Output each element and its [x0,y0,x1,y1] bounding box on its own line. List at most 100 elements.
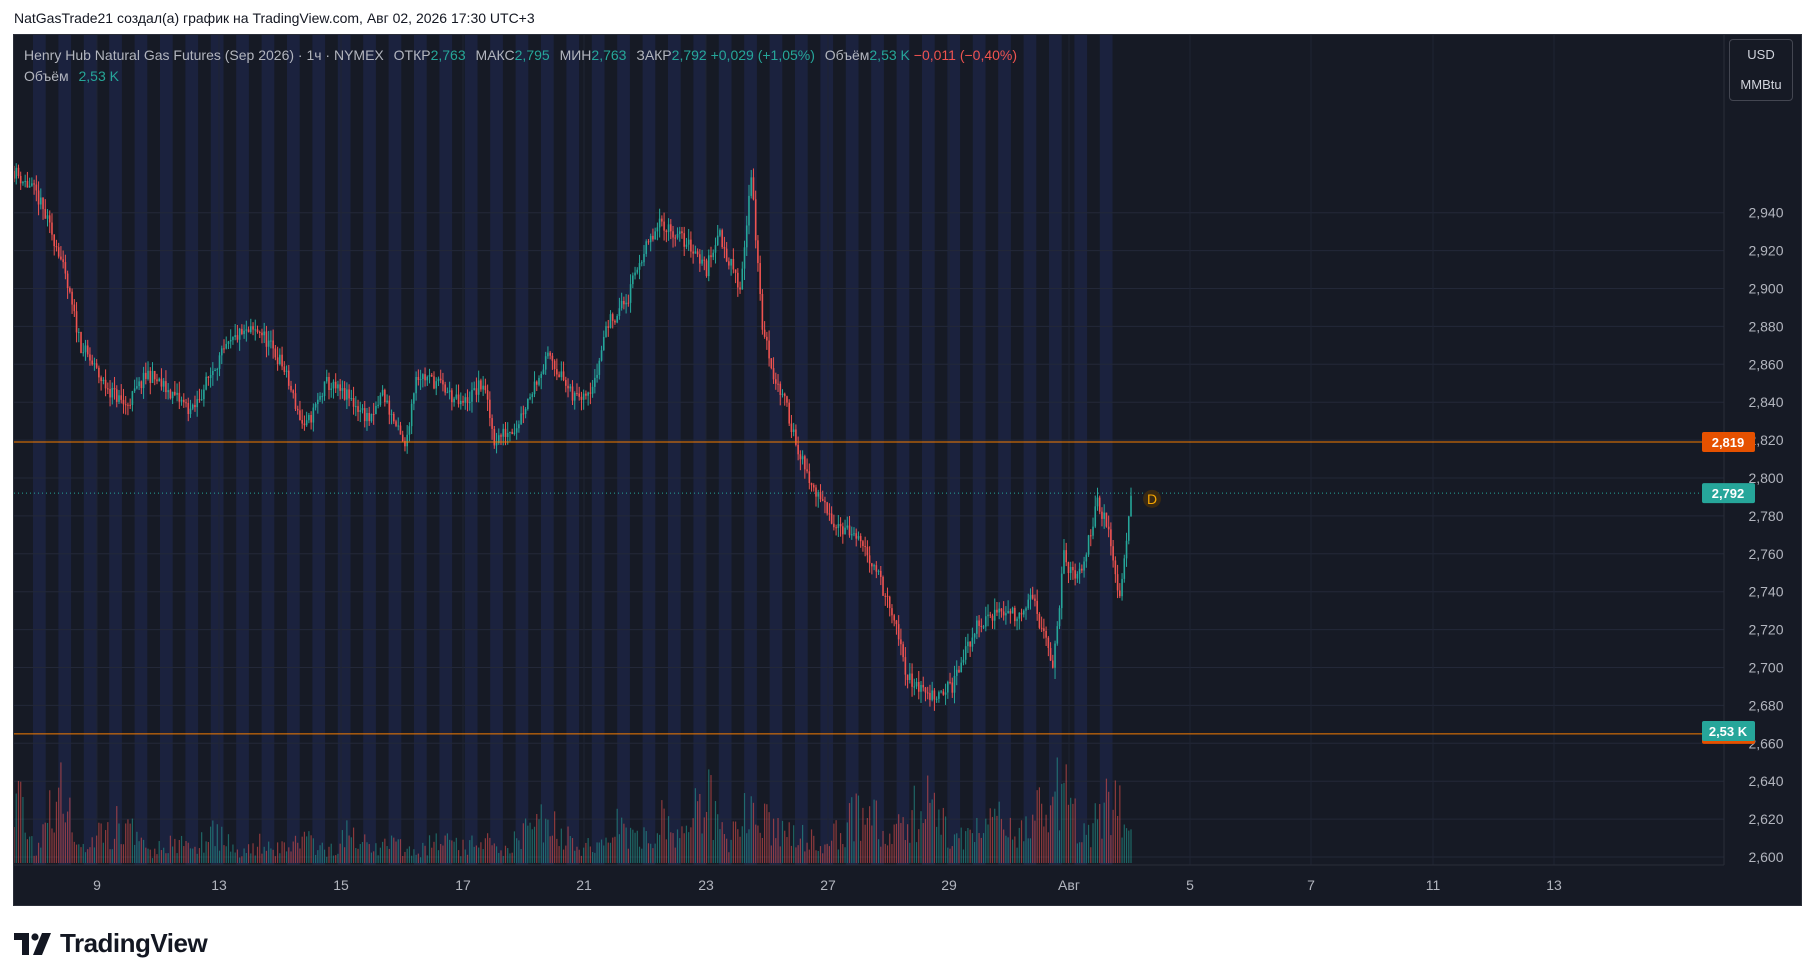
candle-body [453,398,455,403]
volume-bar [569,836,571,863]
volume-bar [498,852,500,863]
volume-bar [931,799,933,863]
volume-bar [629,827,632,863]
volume-bar [230,851,232,863]
volume-bar [958,838,960,863]
volume-bar [576,846,578,863]
y-tick-label: 2,760 [1748,546,1783,562]
candle-body [866,546,869,556]
volume-bar [641,848,643,863]
volume-bar [55,801,58,863]
candle-body [1092,526,1094,536]
legend-symbol[interactable]: Henry Hub Natural Gas Futures (Sep 2026)… [24,47,384,63]
candle-body [815,487,817,497]
volume-bar [750,796,752,863]
y-tick-label: 2,860 [1748,356,1783,372]
candle-body [1036,600,1038,614]
volume-bar [393,837,395,863]
volume-bar [373,851,375,863]
volume-bar [33,855,35,863]
candle-body [958,669,960,673]
volume-bar [781,820,784,863]
volume-bar [348,835,350,863]
candle-body [772,368,775,380]
volume-bar [1029,838,1032,863]
volume-bar [513,831,516,863]
volume-bar [880,846,882,863]
candle-body [82,352,85,354]
session-band [337,35,351,865]
candle-body [931,690,933,700]
candle-body [131,391,134,406]
currency-unit-selector[interactable]: USD MMBtu [1729,39,1793,101]
candle-body [810,483,813,486]
volume-bar [1063,782,1065,863]
currency-label[interactable]: USD [1730,40,1792,70]
volume-bar [770,845,772,863]
volume-bar [551,835,553,863]
unit-label[interactable]: MMBtu [1730,70,1792,100]
volume-bar [277,842,279,863]
candle-body [685,244,688,247]
candle-body [200,399,203,401]
candle-body [1022,610,1025,615]
candle-body [357,406,359,412]
candle-body [1110,529,1112,547]
candle-body [355,406,357,408]
candle-body [1014,607,1016,622]
volume-bar [1081,842,1083,863]
candle-body [754,199,757,241]
session-band [160,35,173,865]
volume-bar [172,846,174,863]
volume-bar [864,824,866,863]
candle-body [551,355,554,361]
legend-close-value: 2,792 [671,47,707,63]
candle-body [714,245,717,253]
volume-bar [612,837,614,863]
volume-bar [82,843,84,863]
volume-bar [346,820,348,863]
volume-bar [1020,820,1023,863]
volume-bar [663,808,665,863]
candle-body [296,408,299,411]
candle-body [589,392,592,394]
volume-bar [659,834,661,863]
candle-body [274,348,277,358]
candle-body [1040,627,1043,629]
candle-body [207,376,210,378]
volume-bar [1065,764,1067,863]
volume-indicator-label[interactable]: Объём [24,68,69,84]
candle-body [218,355,221,369]
legend-low-value: 2,763 [591,47,627,63]
volume-bar [703,817,705,863]
volume-bar [40,847,42,863]
volume-bar [708,769,710,863]
candle-body [609,314,612,328]
volume-bar [147,848,149,863]
volume-bar [871,825,873,863]
chart-panel[interactable]: 2,600 2,620 2,640 2,660 2,680 2,700 2,720 2,740… [13,34,1802,906]
candle-body [430,374,433,377]
candle-body [1000,608,1003,612]
volume-bar [265,850,268,863]
candle-body [40,197,42,205]
volume-bar [406,848,408,863]
volume-bar [218,850,221,863]
volume-bar [263,846,265,863]
candle-body [1060,573,1063,609]
session-band [388,35,402,865]
volume-bar [1108,791,1110,863]
volume-bar [810,829,813,863]
candle-body [788,402,790,424]
candle-body [674,237,677,239]
price-chart[interactable]: 2,6002,6202,6402,6602,6802,7002,7202,740… [14,35,1802,906]
volume-bar [737,829,739,863]
candle-body [759,263,761,294]
volume-bar [531,829,533,863]
volume-bar [71,832,73,863]
candle-body [84,345,87,353]
candle-body [372,413,375,415]
candle-body [998,608,1000,613]
candle-body [792,429,795,433]
session-band [210,35,224,865]
